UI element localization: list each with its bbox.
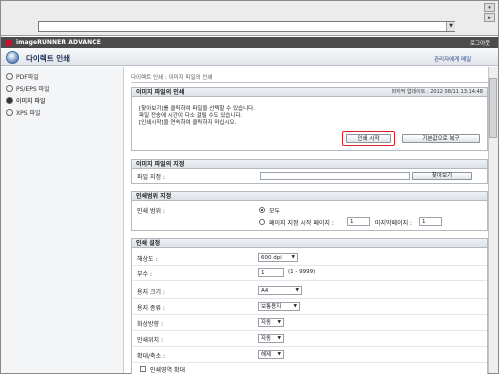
browse-button[interactable]: 찾아보기 xyxy=(412,172,472,180)
direct-print-icon xyxy=(6,51,19,64)
paper-size-label: 용지 크기 : xyxy=(137,289,165,296)
file-panel: 이미지 파일의 지정 파일 지정 : 찾아보기 xyxy=(131,159,488,184)
divider xyxy=(133,280,487,281)
resolution-label: 해상도 : xyxy=(137,256,158,263)
window-button-icon[interactable]: ▾ xyxy=(484,3,495,12)
chevron-down-icon: ▼ xyxy=(277,336,281,341)
copies-input[interactable]: 1 xyxy=(258,268,284,277)
logout-link[interactable]: 로그아웃 xyxy=(470,39,490,47)
resolution-select[interactable]: 600 dpi ▼ xyxy=(258,253,298,262)
mail-admin-link[interactable]: 관리자에게 메일 xyxy=(434,55,471,63)
sidebar-item-xps[interactable]: XPS 파일 xyxy=(6,108,41,117)
scrollbar-thumb[interactable] xyxy=(489,78,497,138)
chevron-down-icon: ▼ xyxy=(277,320,281,325)
breadcrumb: 다이렉트 인쇄 : 이미지 파일의 인쇄 xyxy=(131,75,213,81)
start-page-input[interactable]: 1 xyxy=(347,217,370,226)
zoom-label: 확대/축소 : xyxy=(137,353,166,360)
page-title: 다이렉트 인쇄 xyxy=(26,54,71,63)
sidebar-item-pdf[interactable]: PDF파일 xyxy=(6,72,39,81)
chevron-down-icon: ▼ xyxy=(295,288,299,293)
position-select[interactable]: 자동 ▼ xyxy=(258,334,284,343)
brand-logo-icon xyxy=(5,40,12,46)
position-label: 인쇄위치 : xyxy=(137,337,164,344)
info-message: [인쇄시작]을 연속하여 클릭하지 마십시오. xyxy=(139,120,237,126)
divider xyxy=(133,330,487,331)
file-panel-header: 이미지 파일의 지정 xyxy=(132,160,487,169)
settings-panel-header: 인쇄 설정 xyxy=(132,239,487,248)
print-panel-header: 이미지 파일의 인쇄 마지막 업데이트 : 2012 08/11 13:14:4… xyxy=(132,88,487,97)
range-all-radio[interactable] xyxy=(259,207,265,213)
divider xyxy=(133,265,487,266)
fit-area-checkbox[interactable] xyxy=(140,366,146,372)
bullet-icon xyxy=(6,73,13,80)
chevron-down-icon: ▼ xyxy=(277,352,281,357)
brand-name: imageRUNNER ADVANCE xyxy=(16,39,101,46)
fit-area-label: 인쇄영역 확대 xyxy=(150,367,186,374)
address-bar[interactable] xyxy=(38,21,455,32)
bullet-icon xyxy=(6,85,13,92)
paper-type-select[interactable]: 보통용지 ▼ xyxy=(258,302,300,311)
range-panel-header: 인쇄범위 지정 xyxy=(132,192,487,201)
copies-label: 부수 : xyxy=(137,271,152,278)
bullet-icon xyxy=(6,109,13,116)
range-label: 인쇄 범위 : xyxy=(137,208,165,215)
sidebar-item-ps-eps[interactable]: PS/EPS 파일 xyxy=(6,84,50,93)
sidebar-item-image[interactable]: 이미지 파일 xyxy=(6,96,46,105)
end-page-label: 마지막페이지 : xyxy=(375,220,413,227)
range-all-label: 모두 xyxy=(269,208,281,215)
range-pages-radio[interactable] xyxy=(259,219,265,225)
divider xyxy=(133,362,487,363)
copies-range: (1 - 9999) xyxy=(288,269,316,275)
divider xyxy=(131,82,488,83)
window-button-icon[interactable]: ▸ xyxy=(484,13,495,22)
file-path-input[interactable] xyxy=(260,172,410,180)
paper-size-select[interactable]: A4 ▼ xyxy=(258,286,302,295)
divider xyxy=(133,346,487,347)
file-label: 파일 지정 : xyxy=(137,174,165,181)
zoom-select[interactable]: 해제 ▼ xyxy=(258,350,284,359)
chevron-down-icon: ▼ xyxy=(293,304,297,309)
settings-panel: 인쇄 설정 해상도 : 600 dpi ▼ 부수 : 1 (1 - 9999) 용… xyxy=(131,238,488,374)
range-pages-label: 페이지 지정 시작 페이지 : xyxy=(269,220,334,227)
divider xyxy=(133,298,487,299)
paper-type-label: 용지 종류 : xyxy=(137,305,165,312)
last-update: 마지막 업데이트 : 2012 08/11 13:14:48 xyxy=(391,89,483,95)
range-panel: 인쇄범위 지정 인쇄 범위 : 모두 페이지 지정 시작 페이지 : 1 마지막… xyxy=(131,191,488,231)
start-print-button[interactable]: 인쇄 시작 xyxy=(346,134,391,143)
reset-defaults-button[interactable]: 기본값으로 복구 xyxy=(402,134,480,143)
orientation-select[interactable]: 자동 ▼ xyxy=(258,318,284,327)
app-titlebar xyxy=(1,48,498,66)
print-panel: 이미지 파일의 인쇄 마지막 업데이트 : 2012 08/11 13:14:4… xyxy=(131,87,488,151)
bullet-icon xyxy=(6,97,13,104)
chevron-down-icon: ▼ xyxy=(291,255,295,260)
divider xyxy=(133,314,487,315)
address-dropdown-icon[interactable]: ▼ xyxy=(446,22,455,31)
end-page-input[interactable]: 1 xyxy=(419,217,442,226)
orientation-label: 화상방향 : xyxy=(137,321,164,328)
